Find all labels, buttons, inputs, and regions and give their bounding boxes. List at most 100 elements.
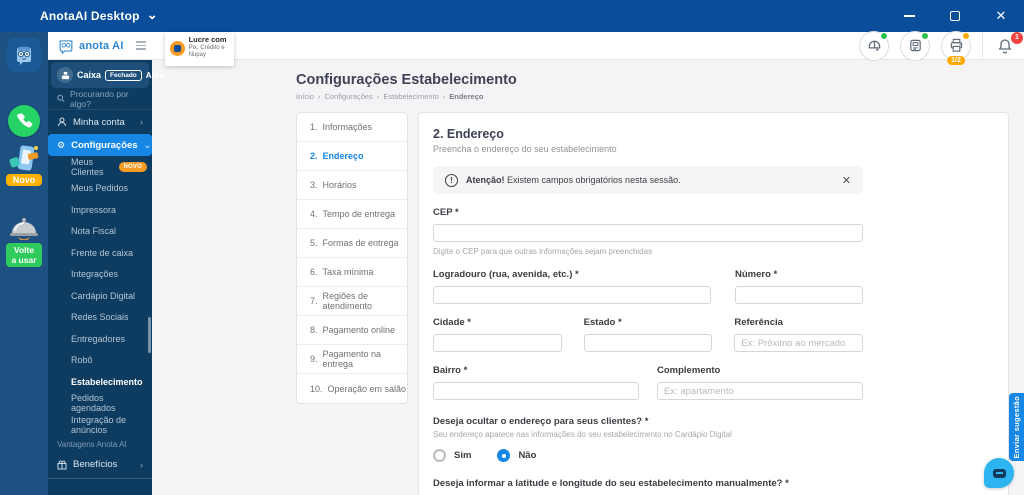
whatsapp-icon xyxy=(8,105,40,137)
sidebar: Caixa Fechado Abrir Procurando por algo? xyxy=(48,60,165,495)
promo-tab[interactable]: Lucre com Pix, Crédito e Nupay xyxy=(164,32,234,66)
hide-address-question: Deseja ocultar o endereço para seus clie… xyxy=(433,416,649,427)
radio-nao[interactable]: Não xyxy=(497,449,536,462)
anotaai-app-shortcut[interactable] xyxy=(0,38,48,72)
sidebar-item-meus-pedidos[interactable]: Meus Pedidos xyxy=(48,178,152,200)
sidebar-item-robo[interactable]: Robô xyxy=(48,350,152,372)
hide-address-radio-group: Sim Não xyxy=(433,449,863,462)
alert-close-icon[interactable]: ✕ xyxy=(842,174,851,187)
cep-input[interactable] xyxy=(433,224,863,242)
sidebar-item-pedidos-agendados[interactable]: Pedidos agendados xyxy=(48,393,152,415)
printer-icon xyxy=(950,38,962,52)
sidebar-item-entregadores[interactable]: Entregadores xyxy=(48,328,152,350)
step-regioes-de-atendimento[interactable]: 7. Regiões de atendimento xyxy=(297,287,407,316)
cep-helper: Digite o CEP para que outras informações… xyxy=(433,247,653,256)
breadcrumb-separator: › xyxy=(442,92,446,101)
step-informacoes[interactable]: 1. Informações xyxy=(297,113,407,142)
step-pagamento-online[interactable]: 8. Pagamento online xyxy=(297,316,407,345)
status-dot-green xyxy=(921,31,929,40)
volte-a-usar-shortcut[interactable]: Volte a usar xyxy=(0,215,48,268)
pix-coin-icon xyxy=(169,41,185,56)
sidebar-search[interactable]: Procurando por algo? xyxy=(48,88,152,110)
open-cash-button[interactable]: Abrir xyxy=(146,71,165,80)
estado-input[interactable] xyxy=(583,334,713,352)
pos-terminal-icon xyxy=(909,39,921,52)
sidebar-item-impressora[interactable]: Impressora xyxy=(48,199,152,221)
sidebar-item-cardapio-digital[interactable]: Cardápio Digital xyxy=(48,285,152,307)
cash-register-icon xyxy=(57,67,73,83)
sidebar-item-integracoes[interactable]: Integrações xyxy=(48,264,152,286)
radio-sim[interactable]: Sim xyxy=(433,449,471,462)
sidebar-scrollbar[interactable] xyxy=(148,317,151,353)
maximize-icon xyxy=(950,11,960,21)
step-taxa-minima[interactable]: 6. Taxa mínima xyxy=(297,258,407,287)
sidebar-item-beneficios[interactable]: Benefícios › xyxy=(48,453,152,477)
sidebar-item-frente-de-caixa[interactable]: Frente de caixa xyxy=(48,242,152,264)
complemento-label: Complemento xyxy=(657,365,721,376)
send-suggestion-tab[interactable]: Enviar sugestão xyxy=(1009,393,1024,461)
whatsapp-shortcut[interactable] xyxy=(0,105,48,137)
step-pagamento-na-entrega[interactable]: 9. Pagamento na entrega xyxy=(297,345,407,374)
step-formas-de-entrega[interactable]: 5. Formas de entrega xyxy=(297,229,407,258)
sidebar-item-label: Frente de caixa xyxy=(71,247,134,258)
page-title: Configurações Estabelecimento xyxy=(296,72,517,88)
latlong-question: Deseja informar a latitude e longitude d… xyxy=(433,478,789,489)
sidebar-item-label: Configurações xyxy=(71,139,138,151)
breadcrumb-endereco: Endereço xyxy=(449,92,484,101)
header-status-icons: 1/2 1 xyxy=(859,30,1024,65)
breadcrumb-configuracoes[interactable]: Configurações xyxy=(324,92,372,101)
novo-feature-shortcut[interactable]: Novo xyxy=(0,144,48,186)
sidebar-item-nota-fiscal[interactable]: Nota Fiscal xyxy=(48,221,152,243)
breadcrumb-estabelecimento[interactable]: Estabelecimento xyxy=(383,92,438,101)
numero-label: Número * xyxy=(735,269,778,280)
bairro-input[interactable] xyxy=(433,382,639,400)
alert-icon: ! xyxy=(445,173,458,187)
minimize-button[interactable] xyxy=(886,0,932,32)
form-title: 2. Endereço xyxy=(433,127,504,141)
status-dot-green xyxy=(880,31,888,40)
sidebar-item-meus-clientes[interactable]: Meus Clientes NOVO xyxy=(48,156,152,178)
app-menu[interactable]: AnotaAI Desktop ⌄ xyxy=(40,7,158,24)
step-operacao-em-salao[interactable]: 10. Operação em salão xyxy=(297,374,407,403)
delivery-status-button[interactable] xyxy=(859,30,889,61)
sidebar-item-label: Entregadores xyxy=(71,333,126,344)
settings-submenu: Meus Clientes NOVO Meus Pedidos Impresso… xyxy=(48,156,152,436)
bairro-label: Bairro * xyxy=(433,365,468,376)
breadcrumb-separator: › xyxy=(376,92,380,101)
notifications-button[interactable]: 1 xyxy=(994,31,1023,57)
sidebar-collapse-icon[interactable] xyxy=(133,38,149,53)
sidebar-item-integracao-de-anuncios[interactable]: Integração de anúncios xyxy=(48,414,152,436)
maximize-button[interactable] xyxy=(932,0,978,32)
pos-terminal-button[interactable] xyxy=(900,30,930,61)
support-chat-button[interactable] xyxy=(984,458,1014,488)
logradouro-label: Logradouro (rua, avenida, etc.) * xyxy=(433,269,579,280)
close-button[interactable]: ✕ xyxy=(978,0,1024,32)
sidebar-item-minha-conta[interactable]: Minha conta › xyxy=(48,110,152,134)
printer-button[interactable]: 1/2 xyxy=(941,30,971,65)
step-horarios[interactable]: 3. Horários xyxy=(297,171,407,200)
complemento-input[interactable] xyxy=(657,382,863,400)
breadcrumb-inicio[interactable]: Início xyxy=(296,92,314,101)
brand-name: anota AI xyxy=(79,39,124,52)
sidebar-item-label: Minha conta xyxy=(73,116,125,128)
novo-badge: Novo xyxy=(5,174,43,186)
logradouro-input[interactable] xyxy=(433,286,711,304)
form-subtitle: Preencha o endereço do seu estabelecimen… xyxy=(433,144,617,154)
sidebar-item-configuracoes[interactable]: ⚙ Configurações ⌄ xyxy=(48,134,152,156)
numero-input[interactable] xyxy=(735,286,863,304)
sidebar-item-redes-sociais[interactable]: Redes Sociais xyxy=(48,307,152,329)
promo-title: Lucre com xyxy=(188,35,227,44)
referencia-input[interactable] xyxy=(734,334,863,352)
sidebar-item-estabelecimento[interactable]: Estabelecimento xyxy=(48,371,152,393)
chevron-right-icon: › xyxy=(140,459,143,470)
step-tempo-de-entrega[interactable]: 4. Tempo de entrega xyxy=(297,200,407,229)
sidebar-item-label: Benefícios xyxy=(73,459,118,470)
cidade-input[interactable] xyxy=(433,334,562,352)
step-endereco[interactable]: 2. Endereço xyxy=(297,142,407,171)
chevron-right-icon: › xyxy=(140,117,143,127)
sidebar-item-label: Integração de anúncios xyxy=(71,414,127,435)
referencia-label: Referência xyxy=(734,317,783,328)
printer-count-badge: 1/2 xyxy=(947,55,965,65)
header-divider xyxy=(982,32,983,59)
chevron-down-icon: ⌄ xyxy=(146,7,158,22)
